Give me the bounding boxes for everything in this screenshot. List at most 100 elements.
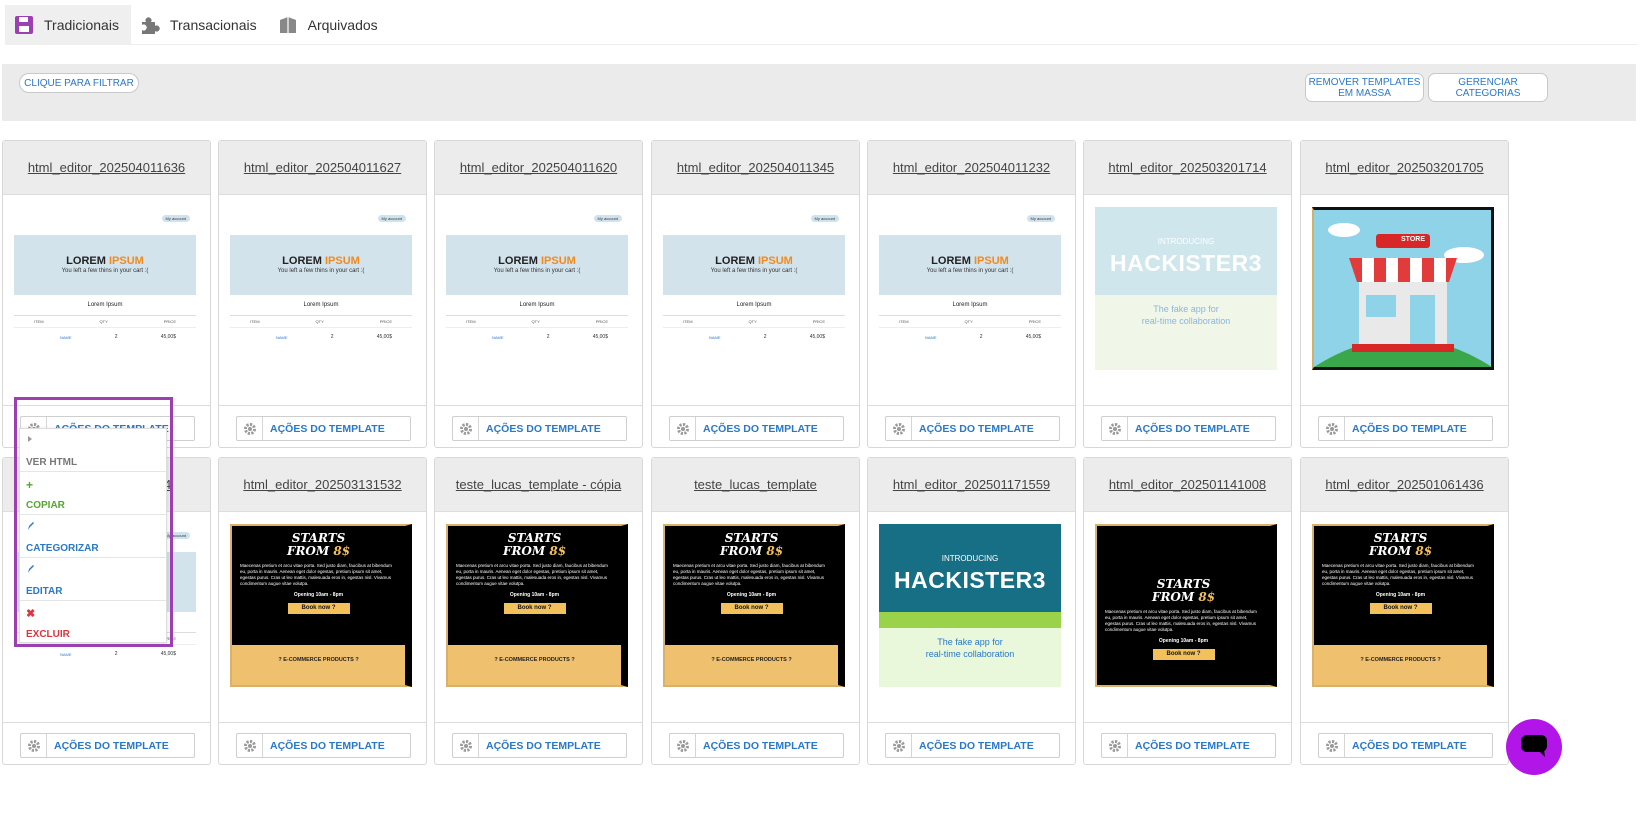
gear-icon [453,417,479,440]
preview-hero: LOREM IPSUMYou left a few thins in your … [663,235,845,295]
template-title-link[interactable]: html_editor_202501171559 [893,477,1050,492]
template-title-link[interactable]: teste_lucas_template [694,477,817,492]
card-footer: AÇÕES DO TEMPLATE [652,722,859,765]
template-title-link[interactable]: html_editor_202503201705 [1325,160,1483,175]
tab-transacionais[interactable]: Transacionais [131,5,269,45]
preview-starts: STARTS FROM 8$ [448,532,621,558]
preview-headline-lorem: LOREM [931,255,971,267]
template-actions-button[interactable]: AÇÕES DO TEMPLATE [669,416,844,441]
menu-item-categorizar[interactable]: CATEGORIZAR [20,515,166,558]
menu-item-label: VER HTML [26,457,78,468]
template-actions-label: AÇÕES DO TEMPLATE [1352,422,1467,435]
template-thumbnail[interactable]: My account LOREM IPSUMYou left a few thin… [879,207,1061,370]
template-thumbnail[interactable]: STARTS FROM 8$ Maecenas pretium et arcu vi… [1095,524,1277,687]
preview-col-item: ITEM [466,319,476,324]
preview-table-header: ITEM QTY PRICE [14,316,196,328]
template-title-link[interactable]: html_editor_202501141008 [1109,477,1266,492]
card-footer: AÇÕES DO TEMPLATE [868,405,1075,448]
template-title-link[interactable]: html_editor_202504011636 [28,160,185,175]
preview-col-qty: QTY [99,319,108,324]
menu-item-label: EDITAR [26,586,63,597]
template-actions-button[interactable]: AÇÕES DO TEMPLATE [1101,733,1276,758]
template-title-link[interactable]: html_editor_202504011345 [677,160,834,175]
template-actions-button[interactable]: AÇÕES DO TEMPLATE [1318,733,1493,758]
menu-item-editar[interactable]: EDITAR [20,558,166,601]
manage-categories-button[interactable]: GERENCIAR CATEGORIAS [1428,73,1548,102]
preview-col-qty: QTY [315,319,324,324]
gear-icon [670,417,696,440]
store-illustration [1314,223,1492,367]
template-actions-button[interactable]: AÇÕES DO TEMPLATE [452,733,627,758]
preview-tagline: The fake app for real-time collaboration [1095,303,1277,327]
tab-arquivados[interactable]: Arquivados [269,5,390,45]
preview-item-qty: 2 [330,334,334,340]
preview-opening: Opening 10am - 8pm [1158,638,1209,644]
preview-headline: LOREM IPSUM [230,255,412,267]
preview-item-qty: 2 [114,651,118,657]
archive-box-icon [277,14,299,36]
filter-bar: CLIQUE PARA FILTRAR REMOVER TEMPLATES EM… [2,64,1636,121]
promo-email-preview: STARTS FROM 8$ Maecenas pretium et arcu vi… [230,524,412,687]
card-footer: AÇÕES DO TEMPLATE [1084,405,1291,448]
template-title-link[interactable]: html_editor_202503131532 [243,477,401,492]
template-actions-button[interactable]: AÇÕES DO TEMPLATE [885,416,1060,441]
preview-price: 8$ [333,544,351,558]
template-thumbnail[interactable]: INTRODUCING HACKISTER3 The fake app for rea… [879,524,1061,687]
preview-table-row: NAME 2 45,00$ [879,328,1061,340]
card-header: teste_lucas_template [652,458,859,512]
menu-item-excluir[interactable]: ✖ EXCLUIR [20,601,166,644]
template-thumbnail[interactable]: INTRODUCING HACKISTER3 The fake app for rea… [1095,207,1277,370]
preview-account-badge: My account [1026,215,1055,222]
tab-tradicionais[interactable]: Tradicionais [5,5,131,45]
preview-headline: LOREM IPSUM [879,255,1061,267]
card-footer: AÇÕES DO TEMPLATE [1301,722,1508,765]
template-actions-button[interactable]: AÇÕES DO TEMPLATE [452,416,627,441]
template-thumbnail[interactable]: My account LOREM IPSUMYou left a few thin… [230,207,412,370]
chat-widget-button[interactable] [1506,719,1562,775]
template-actions-button[interactable]: AÇÕES DO TEMPLATE [236,733,411,758]
template-actions-button[interactable]: AÇÕES DO TEMPLATE [20,733,195,758]
preview-table-row: NAME 2 45,00$ [663,328,845,340]
template-actions-button[interactable]: AÇÕES DO TEMPLATE [885,733,1060,758]
preview-book-button: Book now ? [1369,603,1432,614]
template-thumbnail[interactable]: STORE [1312,207,1494,370]
template-actions-button[interactable]: AÇÕES DO TEMPLATE [669,733,844,758]
template-actions-button[interactable]: AÇÕES DO TEMPLATE [236,416,411,441]
template-thumbnail[interactable]: STARTS FROM 8$ Maecenas pretium et arcu vi… [663,524,845,687]
filter-button[interactable]: CLIQUE PARA FILTRAR [19,73,139,93]
template-thumbnail[interactable]: STARTS FROM 8$ Maecenas pretium et arcu vi… [446,524,628,687]
template-actions-button[interactable]: AÇÕES DO TEMPLATE [1101,416,1276,441]
preview-price: 8$ [1415,544,1433,558]
preview-headline-ipsum: IPSUM [324,255,360,267]
template-title-link[interactable]: html_editor_202504011232 [893,160,1050,175]
template-thumbnail[interactable]: STARTS FROM 8$ Maecenas pretium et arcu vi… [1312,524,1494,687]
plus-icon: + [26,478,34,492]
tab-label: Transacionais [169,17,257,33]
template-thumbnail[interactable]: My account LOREM IPSUMYou left a few thin… [663,207,845,370]
template-title-link[interactable]: html_editor_202504011627 [244,160,401,175]
template-thumbnail[interactable]: My account LOREM IPSUMYou left a few thin… [446,207,628,370]
preview-headline-lorem: LOREM [715,255,755,267]
template-tabs: Tradicionais Transacionais Arquivados [5,5,1637,45]
template-title-link[interactable]: html_editor_202504011620 [460,160,617,175]
bulk-remove-button[interactable]: REMOVER TEMPLATES EM MASSA [1305,73,1424,102]
template-actions-label: AÇÕES DO TEMPLATE [919,739,1034,752]
card-footer: AÇÕES DO TEMPLATE [219,405,426,448]
template-thumbnail[interactable]: STARTS FROM 8$ Maecenas pretium et arcu vi… [230,524,412,687]
menu-item-copiar[interactable]: + COPIAR [20,472,166,515]
template-thumbnail[interactable]: My account LOREM IPSUMYou left a few thin… [14,207,196,370]
template-title-link[interactable]: teste_lucas_template - cópia [456,477,621,492]
gear-icon [886,734,912,757]
template-actions-button[interactable]: AÇÕES DO TEMPLATE [1318,416,1493,441]
template-title-link[interactable]: html_editor_202503201714 [1108,160,1266,175]
preview-item-qty: 2 [546,334,550,340]
cart-email-preview: My account LOREM IPSUMYou left a few thin… [230,207,412,370]
preview-hero: LOREM IPSUMYou left a few thins in your … [879,235,1061,295]
gear-icon [1102,734,1128,757]
gear-icon [1319,734,1345,757]
pencil-icon [26,521,160,535]
preview-ecommerce: ? E-COMMERCE PRODUCTS ? [232,645,405,685]
menu-item-ver-html[interactable]: VER HTML [20,429,166,472]
template-title-link[interactable]: html_editor_202501061436 [1325,477,1483,492]
preview-col-qty: QTY [748,319,757,324]
